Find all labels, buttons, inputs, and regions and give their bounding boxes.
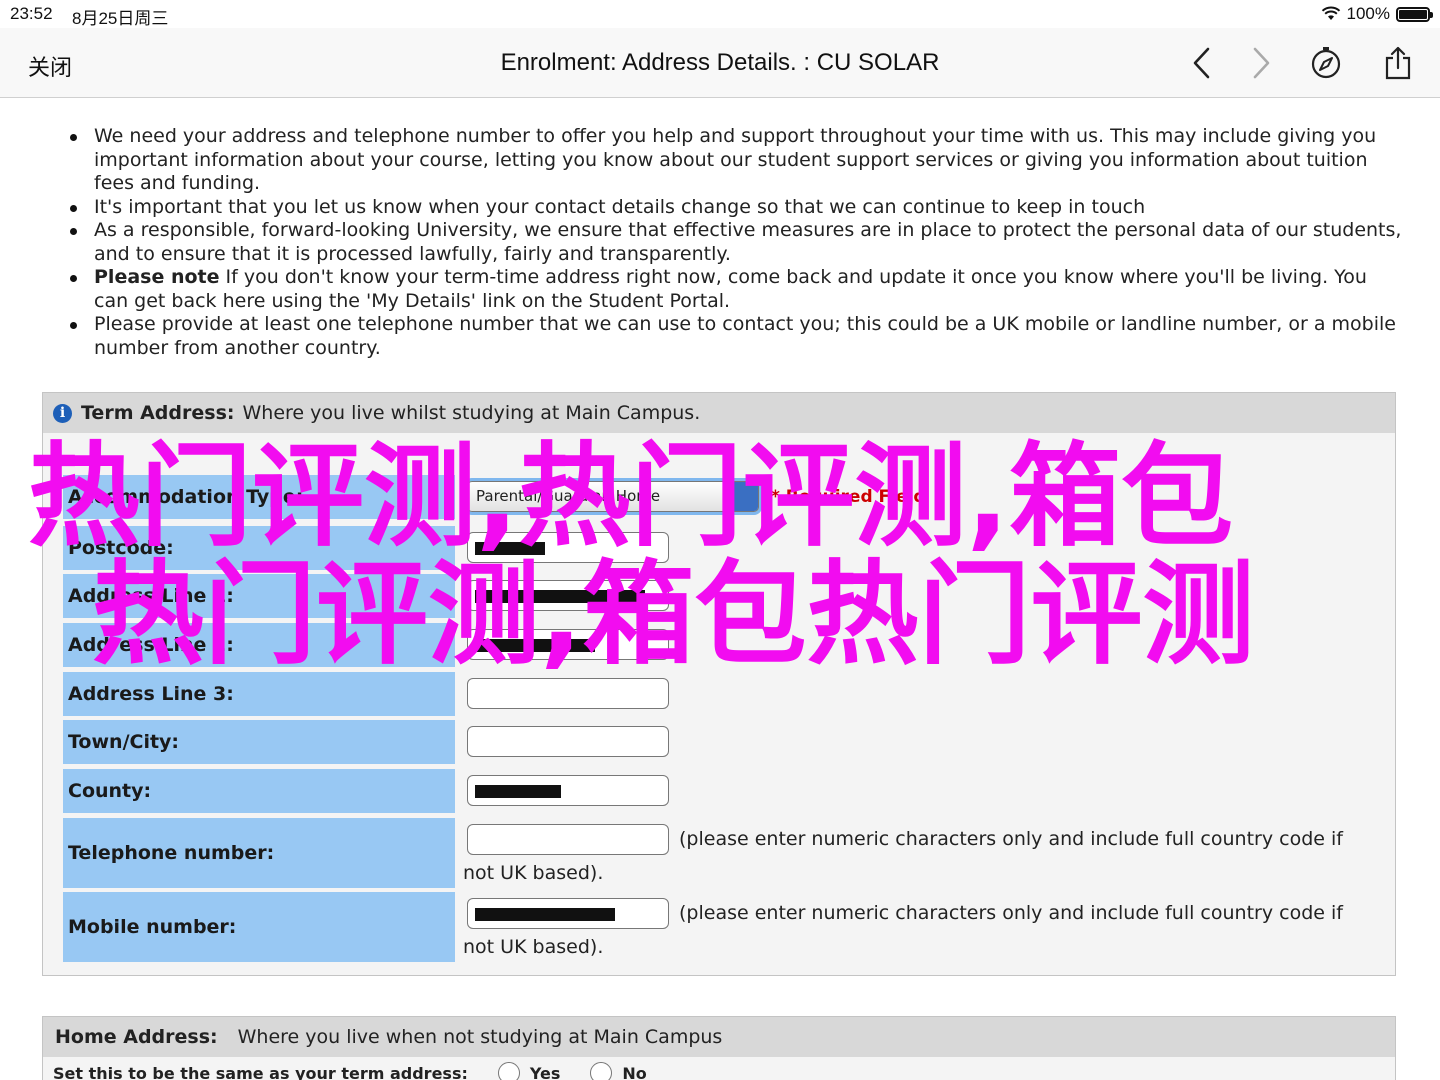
form-row-telephone: Telephone number: (please enter numeric … xyxy=(63,818,1383,888)
form-row-mobile: Mobile number: (please enter numeric cha… xyxy=(63,892,1383,962)
status-date: 8月25日周三 xyxy=(72,9,169,28)
telephone-hint: (please enter numeric characters only an… xyxy=(463,828,1343,884)
forward-icon[interactable] xyxy=(1242,44,1280,82)
battery-percent: 100% xyxy=(1346,4,1390,23)
status-indicators: 100% xyxy=(1321,4,1433,24)
status-bar: 23:52 8月25日周三 100% xyxy=(0,0,1440,28)
county-label: County: xyxy=(63,769,455,813)
yes-radio[interactable] xyxy=(497,1062,520,1080)
address-line-3-label: Address Line 3: xyxy=(63,672,455,716)
address-line-3-field[interactable] xyxy=(467,678,669,709)
redacted-value xyxy=(475,590,645,603)
list-item: Please note If you don't know your term-… xyxy=(70,266,1404,313)
redacted-value xyxy=(475,639,595,652)
list-item: Please provide at least one telephone nu… xyxy=(70,313,1404,360)
list-item: As a responsible, forward-looking Univer… xyxy=(70,219,1404,266)
status-time: 23:52 xyxy=(10,4,53,23)
form-row-county: County: xyxy=(63,769,1383,813)
postcode-field[interactable] xyxy=(467,532,669,563)
form-row-address-line-1: Address Line 1: xyxy=(63,574,1383,618)
home-address-subheading: Where you live when not studying at Main… xyxy=(237,1026,723,1048)
compass-icon[interactable] xyxy=(1307,44,1345,82)
redacted-value xyxy=(475,785,561,798)
mobile-label: Mobile number: xyxy=(63,892,455,962)
form-row-town: Town/City: xyxy=(63,720,1383,764)
required-field-note: * Required Field xyxy=(771,487,926,507)
wifi-icon xyxy=(1321,6,1340,20)
same-as-term-label: Set this to be the same as your term add… xyxy=(53,1063,468,1080)
browser-nav-bar: 关闭 Enrolment: Address Details. : CU SOLA… xyxy=(0,28,1440,98)
chevron-down-icon xyxy=(732,482,758,511)
form-row-postcode: Postcode: xyxy=(63,526,1383,570)
postcode-label: Postcode: xyxy=(63,526,455,570)
county-field[interactable] xyxy=(467,775,669,806)
term-address-subheading: Where you live whilst studying at Main C… xyxy=(242,402,701,424)
no-radio[interactable] xyxy=(590,1062,613,1080)
list-item: We need your address and telephone numbe… xyxy=(70,125,1404,196)
telephone-label: Telephone number: xyxy=(63,818,455,888)
accommodation-label: Accommodation Type: xyxy=(63,475,455,519)
accommodation-select[interactable]: Parental/Guardian Home xyxy=(467,481,759,512)
page-content: We need your address and telephone numbe… xyxy=(0,99,1440,1080)
address-line-1-field[interactable] xyxy=(467,580,669,611)
home-address-header: Home Address: Where you live when not st… xyxy=(43,1017,1395,1057)
town-field[interactable] xyxy=(467,726,669,757)
form-row-address-line-2: Address Line 2: xyxy=(63,623,1383,667)
info-icon: i xyxy=(53,403,72,423)
term-address-heading: Term Address: xyxy=(81,402,235,424)
address-line-2-field[interactable] xyxy=(467,629,669,660)
mobile-hint: (please enter numeric characters only an… xyxy=(463,902,1343,958)
term-address-header: i Term Address: Where you live whilst st… xyxy=(43,393,1395,433)
form-row-address-line-3: Address Line 3: xyxy=(63,672,1383,716)
same-as-term-row: Set this to be the same as your term add… xyxy=(53,1062,647,1080)
home-address-heading: Home Address: xyxy=(55,1026,218,1048)
battery-icon xyxy=(1396,6,1433,22)
redacted-value xyxy=(475,542,545,555)
list-item: It's important that you let us know when… xyxy=(70,196,1404,220)
form-row-accommodation: Accommodation Type: Parental/Guardian Ho… xyxy=(63,475,1383,519)
page-title: Enrolment: Address Details. : CU SOLAR xyxy=(500,49,940,76)
town-label: Town/City: xyxy=(63,720,455,764)
back-icon[interactable] xyxy=(1183,44,1221,82)
address-line-1-label: Address Line 1: xyxy=(63,574,455,618)
home-address-panel: Home Address: Where you live when not st… xyxy=(42,1016,1396,1080)
no-label: No xyxy=(622,1063,647,1080)
yes-label: Yes xyxy=(529,1063,561,1080)
address-line-2-label: Address Line 2: xyxy=(63,623,455,667)
accommodation-value: Parental/Guardian Home xyxy=(476,487,661,505)
term-address-panel: i Term Address: Where you live whilst st… xyxy=(42,392,1396,976)
info-list: We need your address and telephone numbe… xyxy=(70,125,1404,360)
share-icon[interactable] xyxy=(1379,44,1417,82)
